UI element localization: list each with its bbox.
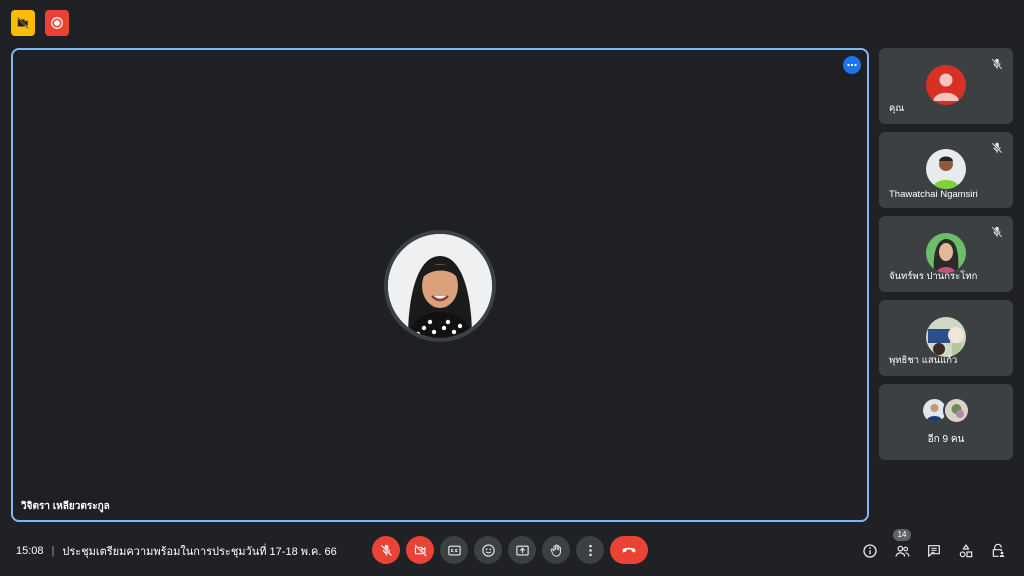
- top-indicators: [11, 10, 69, 36]
- more-participants-tile[interactable]: อีก 9 คน: [879, 384, 1013, 460]
- present-icon: [515, 545, 529, 555]
- participant-avatar: [926, 317, 966, 357]
- hand-icon: [550, 544, 561, 557]
- participant-tile[interactable]: คุณ: [879, 48, 1013, 124]
- more-horiz-icon: [847, 63, 857, 67]
- chat-button[interactable]: [920, 538, 948, 564]
- more-options-button[interactable]: [576, 536, 604, 564]
- main-speaker-tile[interactable]: วิจิตรา เหลียวตระกูล: [11, 48, 869, 522]
- participant-name: คุณ: [889, 103, 905, 114]
- camera-off-icon: [17, 17, 29, 29]
- camera-off-indicator[interactable]: [11, 10, 35, 36]
- people-icon: [894, 545, 909, 557]
- meeting-info-separator: |: [51, 545, 55, 557]
- mic-off-icon: [991, 58, 1003, 70]
- participant-tile[interactable]: พุทธิชา แสนแก้ว: [879, 300, 1013, 376]
- participant-name: พุทธิชา แสนแก้ว: [889, 355, 958, 366]
- closed-caption-icon: [447, 545, 461, 555]
- mic-off-icon: [991, 142, 1003, 154]
- recording-icon: [51, 17, 63, 29]
- participant-avatar: [926, 233, 966, 273]
- people-button[interactable]: 14: [888, 529, 916, 564]
- reactions-button[interactable]: [474, 536, 502, 564]
- participant-avatar: [943, 397, 970, 424]
- mic-off-icon: [380, 544, 392, 556]
- meeting-details-button[interactable]: [856, 538, 884, 564]
- leave-call-button[interactable]: [610, 536, 648, 564]
- lock-person-icon: [992, 543, 1005, 557]
- more-participants-label: อีก 9 คน: [927, 434, 965, 445]
- main-speaker-name: วิจิตรา เหลียวตระกูล: [21, 501, 110, 512]
- meeting-info: 15:08 | ประชุมเตรียมความพร้อมในการประชุม…: [16, 542, 337, 560]
- participant-tile[interactable]: จันทร์พร ปานกระโทก: [879, 216, 1013, 292]
- mic-off-icon: [991, 226, 1003, 238]
- participant-avatar: [926, 149, 966, 189]
- captions-button[interactable]: [440, 536, 468, 564]
- more-participants-avatars: [921, 397, 975, 427]
- more-vert-icon: [588, 544, 592, 556]
- participant-name: Thawatchai Ngamsiri: [889, 189, 978, 200]
- people-count-badge: 14: [893, 529, 911, 541]
- participant-sidebar: คุณ Thawatchai Ngamsiri จันทร์พร ปานกระโ…: [879, 48, 1013, 468]
- videocam-off-icon: [413, 543, 427, 557]
- host-controls-button[interactable]: [984, 538, 1012, 564]
- recording-indicator[interactable]: [45, 10, 69, 36]
- activities-button[interactable]: [952, 538, 980, 564]
- main-tile-more-button[interactable]: [843, 56, 861, 74]
- raise-hand-button[interactable]: [542, 536, 570, 564]
- emoji-icon: [481, 543, 495, 557]
- call-controls: [372, 536, 648, 564]
- meeting-title: ประชุมเตรียมความพร้อมในการประชุมวันที่ 1…: [62, 546, 337, 558]
- main-speaker-avatar: [384, 230, 496, 342]
- meeting-time: 15:08: [16, 545, 44, 557]
- camera-off-button[interactable]: [406, 536, 434, 564]
- present-screen-button[interactable]: [508, 536, 536, 564]
- chat-icon: [928, 545, 940, 557]
- right-toolbar: 14: [852, 529, 1012, 564]
- info-icon: [863, 544, 877, 558]
- participant-tile[interactable]: Thawatchai Ngamsiri: [879, 132, 1013, 208]
- participant-avatar: [926, 65, 966, 105]
- call-end-icon: [622, 547, 636, 553]
- activities-icon: [959, 544, 973, 558]
- default-person-icon: [926, 65, 966, 105]
- microphone-off-button[interactable]: [372, 536, 400, 564]
- bottom-bar: 15:08 | ประชุมเตรียมความพร้อมในการประชุม…: [0, 528, 1024, 576]
- participant-name: จันทร์พร ปานกระโทก: [889, 271, 978, 282]
